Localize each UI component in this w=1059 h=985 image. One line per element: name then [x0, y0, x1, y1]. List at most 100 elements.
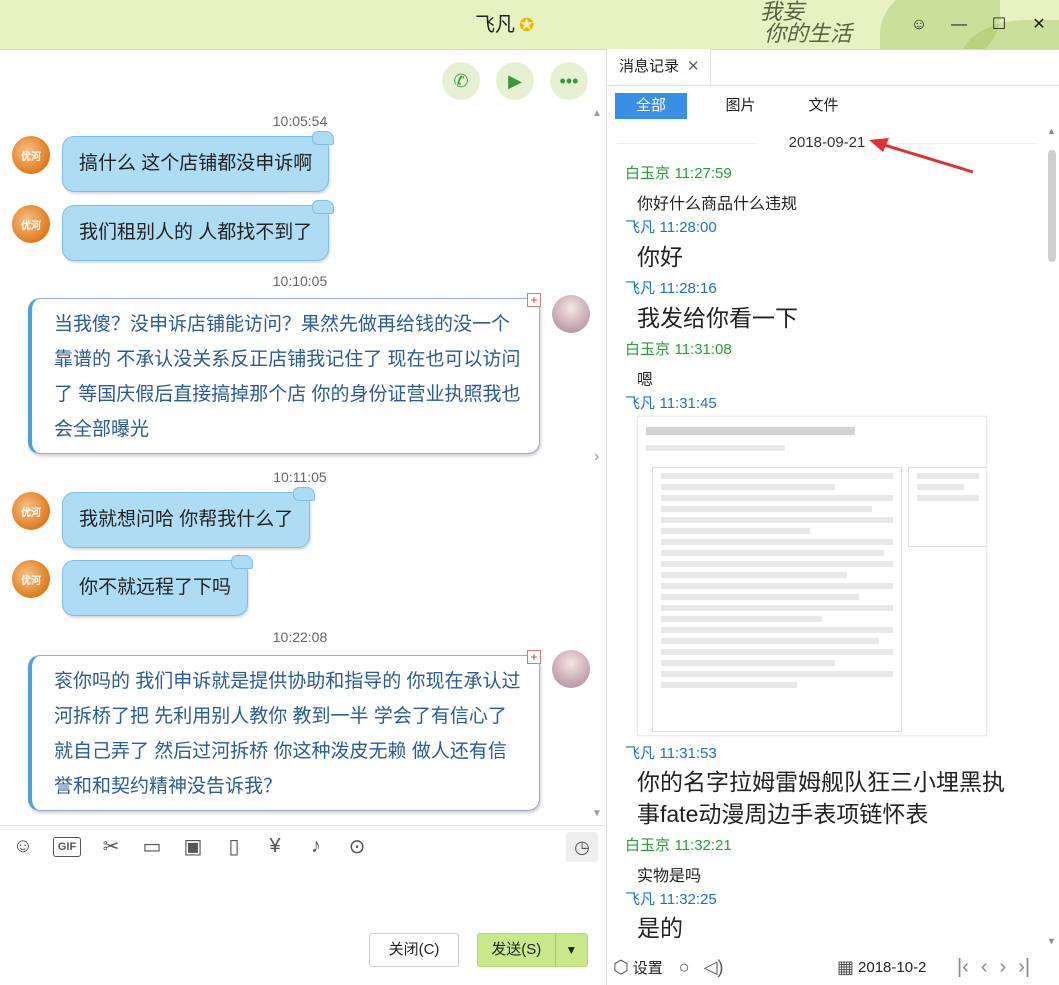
page-nav: |‹ ‹ › ›|	[957, 956, 1030, 979]
settings-label: 设置	[632, 959, 663, 977]
entry-sender: 飞凡	[625, 891, 656, 908]
entry-sender: 飞凡	[625, 280, 656, 297]
history-filters: 全部 图片 文件	[615, 93, 865, 119]
outgoing-message-text: 当我傻？没申诉店铺能访问？果然先做再给钱的没一个靠谱的 不承认没关系反正店铺我记…	[54, 314, 521, 440]
contact-avatar[interactable]: 优河	[12, 136, 50, 174]
folder-icon[interactable]: ▭	[141, 834, 163, 859]
entry-sender: 白玉京	[625, 165, 671, 182]
resend-icon[interactable]: +	[527, 650, 541, 664]
history-clock-icon[interactable]: ◷	[566, 832, 598, 862]
minimize-icon[interactable]: —	[939, 0, 979, 49]
tab-message-history[interactable]: 消息记录 ✕	[607, 49, 711, 85]
input-toolbar: ☺ GIF ✂ ▭ ▣ ▯ ¥ ♪ ⊙ ◷	[0, 825, 606, 867]
close-button[interactable]: 关闭(C)	[369, 933, 459, 967]
send-button-label: 发送(S)	[491, 941, 542, 958]
my-avatar[interactable]	[552, 650, 590, 688]
entry-text: 我发给你看一下	[637, 305, 798, 331]
outgoing-message: 当我傻？没申诉店铺能访问？果然先做再给钱的没一个靠谱的 不承认没关系反正店铺我记…	[28, 293, 541, 454]
settings-button[interactable]: ⬡ 设置	[613, 957, 663, 978]
contact-avatar[interactable]: 优河	[12, 560, 50, 598]
entry-time: 11:31:08	[674, 341, 732, 358]
chat-scroll-down-icon[interactable]: ▼	[592, 808, 602, 819]
timestamp: 10:22:08	[272, 629, 328, 645]
history-entry: 飞凡 11:31:45	[625, 392, 717, 413]
red-packet-icon[interactable]: ¥	[264, 835, 286, 858]
outgoing-message: 衮你吗的 我们申诉就是提供协助和指导的 你现在承认过河拆桥了把 先利用别人教你 …	[28, 650, 541, 811]
scroll-thumb[interactable]	[1048, 150, 1056, 262]
entry-time: 11:31:53	[659, 745, 717, 762]
history-date-separator: 2018-09-21	[607, 134, 1047, 151]
contact-avatar[interactable]: 优河	[12, 492, 50, 530]
incoming-message: 你不就远程了下吗	[62, 555, 254, 616]
scroll-up-icon[interactable]: ▲	[1047, 126, 1056, 136]
chat-panel: ✆ ▶ ••• ▲ 10:05:54 优河 搞什么 这个店铺都没申诉啊 优河 我…	[0, 50, 606, 825]
last-page-icon[interactable]: ›|	[1018, 956, 1030, 979]
entry-time: 11:32:25	[659, 891, 717, 908]
more-tools-icon[interactable]: ⊙	[346, 834, 368, 859]
incoming-message: 我们租别人的 人都找不到了	[62, 200, 335, 261]
star-icon[interactable]: ✪	[519, 15, 534, 35]
music-icon[interactable]: ♪	[305, 835, 327, 858]
avatar-text: 优河	[21, 220, 41, 232]
phone-icon[interactable]: ✆	[442, 62, 480, 100]
history-tabs: 消息记录 ✕	[607, 49, 1059, 86]
history-scrollbar[interactable]: ▲ ▼	[1047, 126, 1057, 946]
outgoing-message-text: 衮你吗的 我们申诉就是提供协助和指导的 你现在承认过河拆桥了把 先利用别人教你 …	[54, 671, 521, 797]
history-panel: 消息记录 ✕ 全部 图片 文件 2018-09-21 白玉京 11:27:59 你…	[607, 49, 1059, 985]
entry-time: 11:28:00	[659, 219, 717, 236]
filter-images[interactable]: 图片	[699, 93, 782, 119]
entry-time: 11:28:16	[659, 280, 717, 297]
first-page-icon[interactable]: |‹	[957, 956, 969, 979]
shake-icon[interactable]: ▯	[223, 834, 245, 859]
screenshot-image[interactable]	[637, 416, 987, 736]
resend-icon[interactable]: +	[527, 293, 541, 307]
prev-page-icon[interactable]: ‹	[981, 956, 988, 979]
avatar-text: 优河	[21, 151, 41, 163]
send-options-icon[interactable]: ▼	[554, 934, 587, 966]
image-icon[interactable]: ▣	[182, 834, 204, 859]
call-bar: ✆ ▶ •••	[442, 62, 588, 100]
entry-time: 11:31:45	[659, 395, 717, 412]
entry-text: 你好	[637, 244, 683, 270]
entry-sender: 飞凡	[625, 745, 656, 762]
collapse-panel-icon[interactable]: ›	[594, 448, 599, 466]
tab-label: 消息记录	[619, 58, 680, 75]
date-label: 2018-10-2	[858, 958, 927, 976]
scroll-down-icon[interactable]: ▼	[1047, 936, 1056, 946]
emoji-icon[interactable]: ☺	[12, 835, 34, 858]
contact-avatar[interactable]: 优河	[12, 205, 50, 243]
scissors-icon[interactable]: ✂	[100, 834, 122, 859]
history-entry: 白玉京 11:27:59	[625, 162, 732, 183]
filter-files[interactable]: 文件	[782, 93, 865, 119]
entry-text: 嗯	[637, 372, 654, 389]
timestamp: 10:10:05	[272, 273, 328, 289]
maximize-icon[interactable]: ☐	[979, 0, 1019, 49]
history-entry: 飞凡 11:28:16	[625, 277, 717, 298]
entry-text: 你的名字拉姆雷姆舰队狂三小埋黑执事fate动漫周边手表项链怀表	[637, 769, 1005, 827]
search-icon[interactable]: ○	[679, 957, 690, 978]
entry-sender: 飞凡	[625, 219, 656, 236]
filter-all[interactable]: 全部	[615, 93, 687, 119]
skin-icon[interactable]: ☺	[899, 0, 939, 49]
close-icon[interactable]: ✕	[1019, 0, 1059, 49]
next-page-icon[interactable]: ›	[1000, 956, 1007, 979]
entry-text: 是的	[637, 915, 683, 941]
history-entry: 飞凡 11:31:53	[625, 742, 717, 763]
avatar-text: 优河	[21, 575, 41, 587]
history-entry: 白玉京 11:31:08	[625, 338, 732, 359]
video-icon[interactable]: ▶	[496, 62, 534, 100]
entry-sender: 白玉京	[625, 341, 671, 358]
speaker-icon[interactable]: ◁)	[704, 957, 724, 978]
send-button[interactable]: 发送(S) ▼	[477, 933, 588, 967]
timestamp: 10:11:05	[273, 469, 327, 485]
settings-icon: ⬡	[613, 956, 629, 977]
entry-time: 11:27:59	[674, 165, 732, 182]
more-icon[interactable]: •••	[550, 62, 588, 100]
entry-text: 你好什么商品什么违规	[637, 196, 798, 213]
calendar-icon: ▦	[837, 956, 855, 977]
history-entry: 飞凡 11:28:00	[625, 216, 717, 237]
my-avatar[interactable]	[552, 295, 590, 333]
gif-icon[interactable]: GIF	[53, 836, 81, 857]
date-picker[interactable]: ▦ 2018-10-2	[837, 957, 926, 978]
close-tab-icon[interactable]: ✕	[687, 58, 700, 75]
